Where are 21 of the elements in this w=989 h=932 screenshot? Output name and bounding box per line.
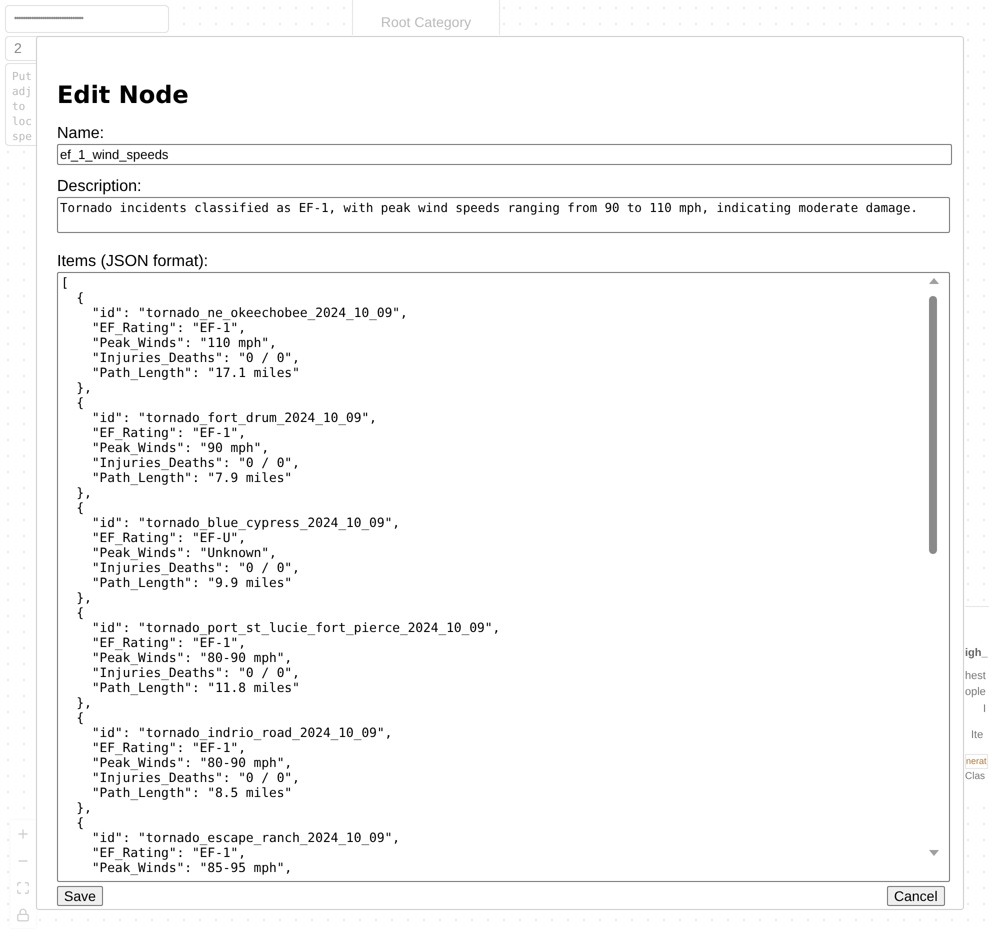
node-card[interactable]: igh_ hest ople I Ite nerat Clas bbox=[965, 606, 989, 796]
dialog-title: Edit Node bbox=[57, 80, 190, 111]
classify-button[interactable]: Clas bbox=[965, 769, 986, 784]
node-count: I bbox=[983, 702, 986, 716]
node-description: ople bbox=[965, 685, 986, 700]
password-field[interactable]: •••••••••••••••••••••••••••••••• bbox=[5, 5, 169, 33]
generate-button[interactable]: nerat bbox=[965, 754, 988, 769]
node-items-label: Ite bbox=[971, 728, 984, 743]
description-textarea[interactable]: Tornado incidents classified as EF-1, with peak wind speeds ranging from 90 to 110 mph, indicating moderate damage. bbox=[57, 197, 950, 233]
node-title: igh_ bbox=[965, 646, 988, 661]
name-label: Name: bbox=[57, 124, 106, 144]
name-input[interactable]: ef_1_wind_speeds bbox=[57, 144, 952, 165]
scroll-up-icon[interactable] bbox=[929, 278, 939, 284]
items-textarea[interactable]: [ { "id": "tornado_ne_okeechobee_2024_10_09", "EF_Rating": "EF-1", "Peak_Winds": "110 mph", "Injuries_Deaths": "0 / 0", "Path_Length": "17.1 miles" }, { "id": "tornado_fort_drum_2024_10_09", "EF_Rating": "EF-1", "Peak_Winds": "90 mph", "Injuries_Deaths": "0 / 0", "Path_Length": "7.9 miles" }, { "id": "tornado_blue_cypress_2024_10_09", "EF_Rating": "EF-U", "Peak_Winds": "Unknown", "Injuries_Deaths": "0 / 0", "Path_Length": "9.9 miles" }, { "id": "tornado_port_st_lucie_fort_pierce_2024_10_09", "EF_Rating": "EF-1", "Peak_Winds": "80-90 mph", "Injuries_Deaths": "0 / 0", "Path_Length": "11.8 miles" }, { "id": "tornado_indrio_road_2024_10_09", "EF_Rating": "EF-1", "Peak_Winds": "80-90 mph", "Injuries_Deaths": "0 / 0", "Path_Length": "8.5 miles" }, { "id": "tornado_escape_ranch_2024_10_09", "EF_Rating": "EF-1", "Peak_Winds": "85-95 mph", bbox=[57, 272, 950, 882]
description-label: Description: bbox=[57, 177, 142, 197]
scrollbar[interactable] bbox=[929, 296, 937, 554]
node-description: hest bbox=[965, 668, 986, 684]
save-button[interactable]: Save bbox=[57, 886, 103, 906]
scroll-down-icon[interactable] bbox=[929, 850, 939, 856]
cancel-button[interactable]: Cancel bbox=[887, 886, 945, 906]
items-label: Items (JSON format): bbox=[57, 252, 210, 272]
